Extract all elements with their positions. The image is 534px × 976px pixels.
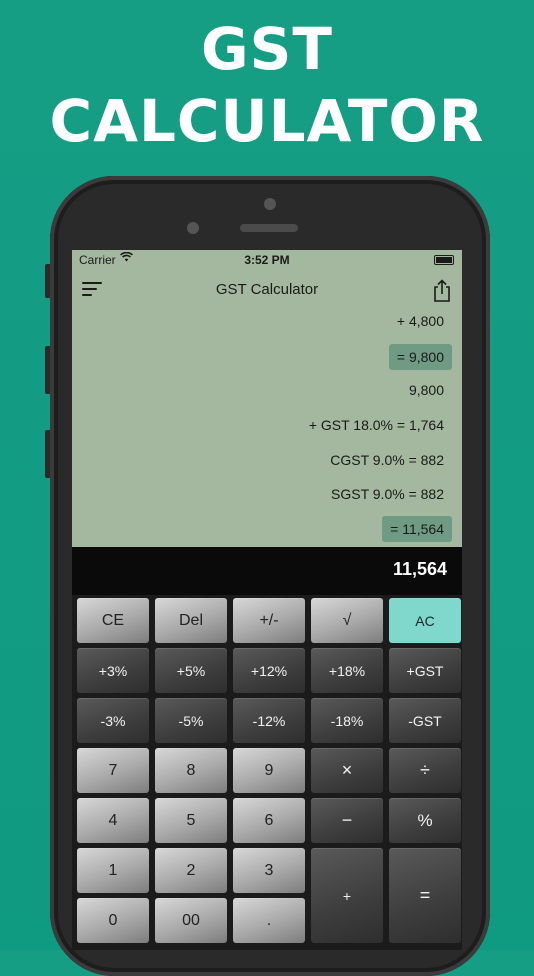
phone-screen: Carrier 3:52 PM GST Calculator + 4,800 =… (72, 250, 462, 950)
status-time: 3:52 PM (244, 253, 290, 267)
camera-icon (264, 198, 276, 210)
nav-title: GST Calculator (215, 281, 319, 298)
square-root-button[interactable]: √ (311, 598, 383, 643)
tape-line: + 4,800 (396, 313, 444, 329)
tape-line: 9,800 (408, 382, 444, 398)
digit-7-button[interactable]: 7 (77, 748, 149, 793)
tape-line: CGST 9.0% = 882 (330, 452, 444, 468)
tape-line: + GST 18.0% = 1,764 (308, 417, 444, 433)
minus-gst-button[interactable]: -GST (389, 698, 461, 743)
add-button[interactable]: + (311, 848, 383, 943)
sensor-icon (187, 222, 199, 234)
add-3-percent-button[interactable]: +3% (77, 648, 149, 693)
digit-8-button[interactable]: 8 (155, 748, 227, 793)
add-18-percent-button[interactable]: +18% (311, 648, 383, 693)
battery-icon (434, 255, 454, 265)
digit-4-button[interactable]: 4 (77, 798, 149, 843)
digit-0-button[interactable]: 0 (77, 898, 149, 943)
digit-9-button[interactable]: 9 (233, 748, 305, 793)
result-value: 11,564 (392, 559, 447, 579)
add-gst-button[interactable]: +GST (389, 648, 461, 693)
promo-title-line2: CALCULATOR (49, 87, 485, 155)
tape-line-total: = 9,800 (388, 344, 452, 370)
keypad: CE Del +/- √ AC +3% +5% +12% +18% +GST -… (72, 595, 462, 950)
digit-1-button[interactable]: 1 (77, 848, 149, 893)
digit-3-button[interactable]: 3 (233, 848, 305, 893)
equals-button[interactable]: = (389, 848, 461, 943)
add-5-percent-button[interactable]: +5% (155, 648, 227, 693)
navigation-bar: GST Calculator (72, 276, 462, 306)
decimal-point-button[interactable]: . (233, 898, 305, 943)
percent-button[interactable]: % (389, 798, 461, 843)
tape-display: Carrier 3:52 PM GST Calculator + 4,800 =… (72, 250, 462, 547)
divide-button[interactable]: ÷ (389, 748, 461, 793)
multiply-button[interactable]: × (311, 748, 383, 793)
promo-title-line1: GST (201, 15, 333, 83)
share-icon[interactable] (432, 279, 452, 303)
status-bar: Carrier 3:52 PM (72, 250, 462, 270)
tape-line: SGST 9.0% = 882 (331, 486, 444, 502)
tape-line-total: = 11,564 (382, 516, 452, 542)
subtract-button[interactable]: − (311, 798, 383, 843)
digit-5-button[interactable]: 5 (155, 798, 227, 843)
minus-18-percent-button[interactable]: -18% (311, 698, 383, 743)
double-zero-button[interactable]: 00 (155, 898, 227, 943)
ce-button[interactable]: CE (77, 598, 149, 643)
digit-2-button[interactable]: 2 (155, 848, 227, 893)
minus-3-percent-button[interactable]: -3% (77, 698, 149, 743)
add-12-percent-button[interactable]: +12% (233, 648, 305, 693)
sign-toggle-button[interactable]: +/- (233, 598, 305, 643)
speaker-grille (240, 224, 298, 232)
delete-button[interactable]: Del (155, 598, 227, 643)
digit-6-button[interactable]: 6 (233, 798, 305, 843)
minus-5-percent-button[interactable]: -5% (155, 698, 227, 743)
minus-12-percent-button[interactable]: -12% (233, 698, 305, 743)
all-clear-button[interactable]: AC (389, 598, 461, 643)
result-bar: 11,564 (72, 547, 462, 595)
